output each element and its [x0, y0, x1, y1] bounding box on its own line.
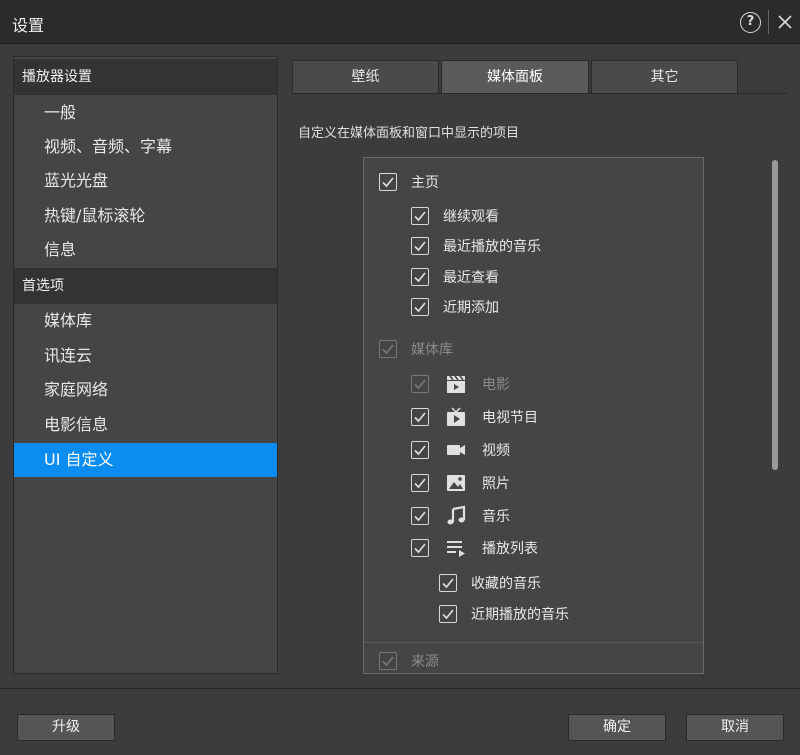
tab-underline [292, 93, 788, 94]
checkbox-home[interactable] [379, 173, 397, 191]
checkbox-recently-added[interactable] [411, 298, 429, 316]
sidebar: 播放器设置 一般 视频、音频、字幕 蓝光光盘 热键/鼠标滚轮 信息 首选项 媒体… [13, 56, 278, 674]
list-item-recently-played-music[interactable]: 最近播放的音乐 [411, 233, 541, 259]
item-label: 近期添加 [443, 300, 499, 316]
list-item-favorite-music[interactable]: 收藏的音乐 [439, 570, 541, 596]
list-item-continue-watching[interactable]: 继续观看 [411, 203, 499, 229]
video-camera-icon [447, 445, 465, 455]
sidebar-item-ui-customize[interactable]: UI 自定义 [14, 443, 277, 477]
checkbox-media-library [379, 340, 397, 358]
titlebar-divider [768, 10, 769, 34]
checkbox-movies [411, 375, 429, 393]
item-label: 媒体库 [411, 342, 453, 358]
checkbox-favorite-music[interactable] [439, 574, 457, 592]
sidebar-item-general[interactable]: 一般 [14, 96, 277, 130]
checkbox-recently-played-music[interactable] [411, 237, 429, 255]
list-item-recently-viewed[interactable]: 最近查看 [411, 264, 499, 290]
sidebar-item-video-audio-subtitle[interactable]: 视频、音频、字幕 [14, 130, 277, 164]
item-label: 主页 [411, 175, 439, 191]
playlist-icon [447, 541, 465, 557]
list-item-movies: 电影 [411, 371, 510, 397]
list-item-photos[interactable]: 照片 [411, 470, 510, 496]
item-label: 照片 [482, 476, 510, 492]
sidebar-item-cloud[interactable]: 讯连云 [14, 339, 277, 373]
cancel-button[interactable]: 取消 [686, 714, 784, 741]
panel-description: 自定义在媒体面板和窗口中显示的项目 [298, 126, 520, 141]
item-label: 收藏的音乐 [471, 576, 541, 592]
checkbox-playlists[interactable] [411, 539, 429, 557]
music-note-icon [447, 505, 466, 525]
photo-icon [447, 475, 465, 491]
checkbox-continue-watching[interactable] [411, 207, 429, 225]
tab-media-panel[interactable]: 媒体面板 [441, 60, 589, 93]
sidebar-item-hotkeys[interactable]: 热键/鼠标滚轮 [14, 199, 277, 233]
tv-icon [447, 407, 465, 426]
scrollbar-thumb[interactable] [772, 160, 778, 470]
list-item-videos[interactable]: 视频 [411, 437, 510, 463]
list-item-recently-added[interactable]: 近期添加 [411, 294, 499, 320]
list-item-music[interactable]: 音乐 [411, 503, 510, 529]
window-title: 设置 [12, 16, 45, 35]
title-bar: 设置 ? [0, 0, 800, 44]
item-label: 视频 [482, 443, 510, 459]
list-item-home[interactable]: 主页 [379, 169, 439, 195]
sidebar-item-movie-info[interactable]: 电影信息 [14, 408, 277, 442]
list-item-sources: 来源 [379, 648, 439, 673]
item-label: 来源 [411, 654, 439, 670]
sidebar-header-player-settings: 播放器设置 [14, 59, 277, 95]
upgrade-button[interactable]: 升级 [17, 714, 115, 741]
ok-button[interactable]: 确定 [568, 714, 666, 741]
tab-other[interactable]: 其它 [591, 60, 738, 93]
item-label: 电影 [482, 377, 510, 393]
checkbox-recent-played-music[interactable] [439, 605, 457, 623]
movie-clapper-icon [447, 375, 465, 393]
list-item-recent-played-music[interactable]: 近期播放的音乐 [439, 601, 569, 627]
checkbox-photos[interactable] [411, 474, 429, 492]
list-item-tv-shows[interactable]: 电视节目 [411, 404, 538, 430]
item-label: 继续观看 [443, 209, 499, 225]
checkbox-music[interactable] [411, 507, 429, 525]
footer: 升级 确定 取消 [0, 688, 800, 755]
item-label: 近期播放的音乐 [471, 607, 569, 623]
checkbox-tv-shows[interactable] [411, 408, 429, 426]
checkbox-sources [379, 652, 397, 670]
tab-wallpaper[interactable]: 壁纸 [292, 60, 439, 93]
sidebar-item-info[interactable]: 信息 [14, 233, 277, 267]
item-label: 电视节目 [482, 410, 538, 426]
item-label: 最近查看 [443, 270, 499, 286]
item-label: 音乐 [482, 509, 510, 525]
checkbox-videos[interactable] [411, 441, 429, 459]
checkbox-recently-viewed[interactable] [411, 268, 429, 286]
list-divider [364, 642, 703, 643]
sidebar-item-media-library[interactable]: 媒体库 [14, 304, 277, 338]
close-icon[interactable] [774, 10, 796, 34]
list-item-playlists[interactable]: 播放列表 [411, 535, 538, 561]
item-label: 播放列表 [482, 541, 538, 557]
sidebar-item-home-network[interactable]: 家庭网络 [14, 373, 277, 407]
media-panel-item-list: 主页 继续观看 最近播放的音乐 最近查看 近期添加 媒体库 电影 电视节目 视频 [363, 157, 704, 674]
list-item-media-library: 媒体库 [379, 336, 453, 362]
help-icon[interactable]: ? [740, 12, 761, 33]
item-label: 最近播放的音乐 [443, 239, 541, 255]
sidebar-header-preferences: 首选项 [14, 268, 277, 304]
sidebar-item-bluray[interactable]: 蓝光光盘 [14, 164, 277, 198]
